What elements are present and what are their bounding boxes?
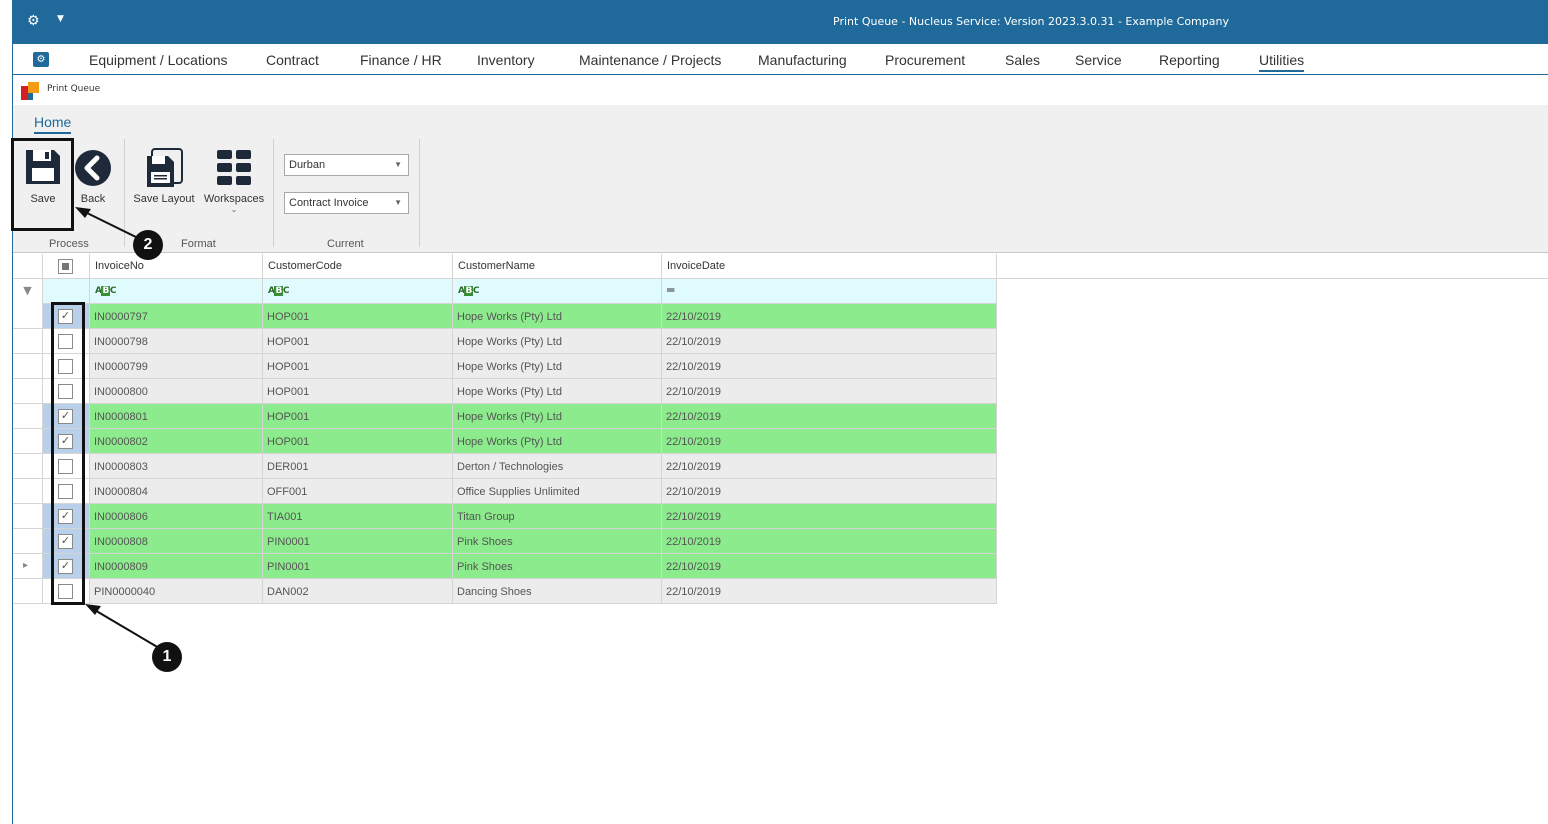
app-window: ⚙ ▼ Print Queue - Nucleus Service: Versi… bbox=[11, 0, 1548, 824]
annotation-badge-2: 2 bbox=[133, 230, 163, 260]
annotation-arrows bbox=[75, 207, 160, 649]
annotation-badge-1: 1 bbox=[152, 642, 182, 672]
